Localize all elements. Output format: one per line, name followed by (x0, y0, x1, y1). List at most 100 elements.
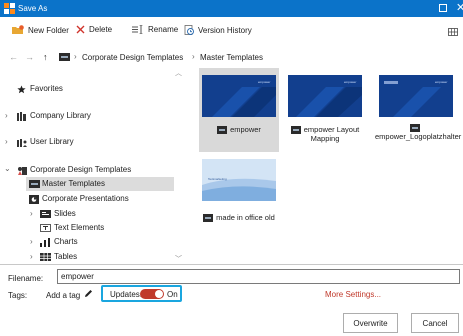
file-grid: empower empower empower empower Layout M… (190, 68, 463, 265)
thumb-title-text: Textmarketing (208, 177, 227, 181)
filename-input[interactable] (57, 269, 460, 284)
new-folder-button[interactable]: New Folder (12, 25, 69, 35)
sidebar-item-label: Corporate Design Templates (30, 165, 132, 174)
version-history-label: Version History (198, 25, 252, 35)
updates-state: On (167, 290, 178, 299)
sidebar-item-label: Company Library (30, 111, 91, 120)
star-icon (17, 85, 26, 94)
template-file-icon (290, 126, 301, 135)
thumb-logo-text: empower (344, 80, 356, 84)
updates-setting: Updates: On (101, 285, 182, 302)
template-file-icon (409, 124, 420, 133)
sidebar-item-label: Master Templates (42, 179, 105, 188)
filename-label: Filename: (8, 274, 44, 283)
sidebar-item-favorites[interactable]: Favorites (0, 82, 174, 96)
sidebar-item-label: Text Elements (54, 223, 105, 232)
sidebar-item-master-templates[interactable]: Master Templates (26, 177, 174, 191)
version-history-icon (184, 25, 194, 35)
sidebar-item-label: Corporate Presentations (42, 194, 129, 203)
template-file-icon (217, 126, 228, 135)
pencil-icon[interactable] (84, 289, 93, 298)
cancel-button[interactable]: Cancel (411, 313, 459, 333)
sidebar-item-label: Charts (54, 237, 78, 246)
breadcrumb-item[interactable]: Corporate Design Templates (82, 53, 183, 62)
file-thumbnail: empower (379, 75, 453, 117)
tags-label: Tags: (8, 291, 28, 300)
version-history-button[interactable]: Version History (184, 25, 252, 35)
back-icon[interactable]: ← (9, 52, 18, 62)
text-elements-icon (40, 224, 51, 232)
table-icon (40, 253, 51, 261)
add-tag-link[interactable]: Add a tag (46, 291, 80, 300)
title-bar: Save As ✕ (0, 0, 463, 17)
chevron-right-icon[interactable]: › (30, 209, 33, 218)
file-label: empower Layout Mapping (285, 125, 365, 143)
scroll-down-icon[interactable]: ﹀ (175, 254, 182, 264)
sidebar-item-tables[interactable]: › Tables (0, 250, 174, 264)
file-thumbnail: empower (288, 75, 362, 117)
chevron-right-icon[interactable]: › (30, 237, 33, 246)
app-icon (4, 3, 15, 14)
file-thumbnail: empower (202, 75, 276, 117)
templates-icon (18, 167, 27, 175)
chevron-right-icon[interactable]: › (5, 111, 8, 120)
breadcrumb-separator: › (74, 52, 77, 61)
sidebar-item-slides[interactable]: › Slides (0, 207, 174, 221)
toolbar: New Folder Delete Rename Version History (0, 22, 463, 40)
slides-icon (40, 210, 51, 218)
file-tile-empower-logoplatzhalter[interactable]: empower empower_Logoplatzhalter (375, 68, 461, 152)
rename-button[interactable]: Rename (132, 25, 178, 34)
toggle-knob (155, 290, 163, 298)
sidebar-scrollbar[interactable]: ︿ ﹀ (174, 68, 182, 265)
library-icon (17, 112, 26, 121)
rename-label: Rename (148, 25, 179, 34)
divider (0, 264, 463, 265)
breadcrumb-item[interactable]: Master Templates (200, 53, 263, 62)
sidebar-item-corporate-design-templates[interactable]: ⌄ Corporate Design Templates (0, 163, 174, 177)
chart-icon (40, 238, 50, 247)
rename-icon (132, 25, 143, 34)
file-label: empower_Logoplatzhalter (375, 123, 461, 141)
sidebar-item-charts[interactable]: › Charts (0, 235, 174, 249)
maximize-icon[interactable] (439, 4, 447, 12)
chevron-right-icon[interactable]: › (30, 252, 33, 261)
window-title: Save As (18, 4, 48, 13)
sidebar-item-label: Favorites (30, 84, 63, 93)
new-folder-icon (12, 25, 24, 34)
sidebar-item-corporate-presentations[interactable]: Corporate Presentations (26, 192, 174, 206)
forward-icon[interactable]: → (25, 52, 34, 62)
sidebar-item-text-elements[interactable]: Text Elements (26, 221, 174, 235)
sidebar-item-company-library[interactable]: › Company Library (0, 109, 174, 123)
template-file-icon (203, 214, 214, 223)
up-icon[interactable]: ↑ (43, 52, 48, 62)
more-settings-link[interactable]: More Settings... (325, 290, 381, 299)
presentation-icon (29, 195, 39, 204)
close-icon[interactable]: ✕ (456, 1, 463, 14)
address-bar: ← → ↑ › Corporate Design Templates › Mas… (0, 49, 463, 65)
scroll-up-icon[interactable]: ︿ (175, 68, 182, 78)
master-templates-icon (29, 180, 40, 188)
delete-label: Delete (89, 25, 113, 34)
new-folder-label: New Folder (28, 25, 69, 35)
sidebar-item-label: Tables (54, 252, 78, 261)
updates-label: Updates: (110, 290, 143, 299)
thumb-logo-text: empower (435, 80, 447, 84)
file-label: made in office old (199, 213, 279, 223)
sidebar-item-label: Slides (54, 209, 76, 218)
user-library-icon (17, 139, 27, 147)
chevron-right-icon[interactable]: › (5, 137, 8, 146)
updates-toggle[interactable] (140, 289, 164, 299)
breadcrumb-separator: › (192, 52, 195, 61)
file-tile-empower[interactable]: empower empower (199, 68, 279, 152)
file-tile-made-in-office-old[interactable]: Textmarketing made in office old (199, 156, 279, 228)
overwrite-button[interactable]: Overwrite (343, 313, 398, 333)
view-mode-icon[interactable] (448, 28, 458, 36)
file-thumbnail: Textmarketing (202, 159, 276, 201)
thumb-logo-text: empower (258, 80, 270, 84)
file-tile-empower-layout-mapping[interactable]: empower empower Layout Mapping (285, 68, 365, 152)
file-label: empower (199, 125, 279, 135)
sidebar-item-label: User Library (30, 137, 74, 146)
chevron-down-icon[interactable]: ⌄ (4, 164, 11, 173)
sidebar-item-user-library[interactable]: › User Library (0, 135, 174, 149)
delete-button[interactable]: Delete (76, 25, 112, 34)
